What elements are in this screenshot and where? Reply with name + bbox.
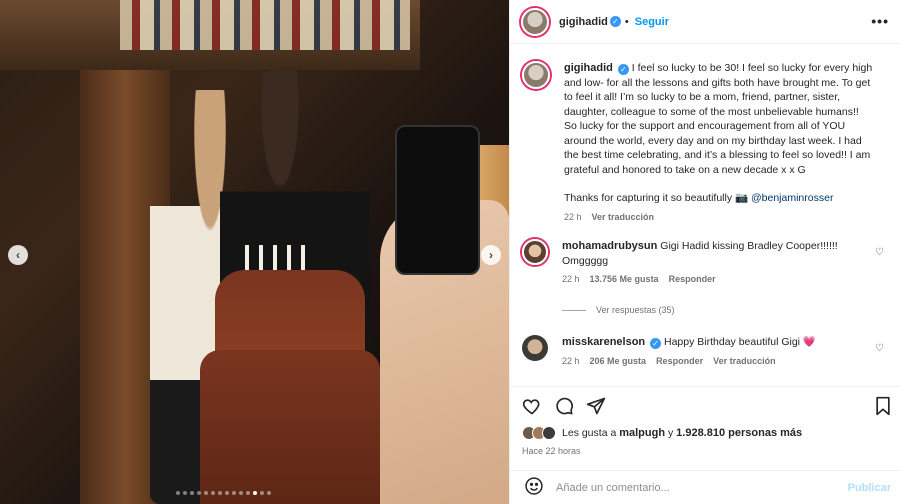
photo-cake	[200, 270, 380, 504]
carousel-dot	[183, 491, 187, 495]
comment-text: Happy Birthday beautiful Gigi	[664, 336, 800, 348]
comment-input[interactable]	[556, 481, 816, 494]
post-photo[interactable]: ‹ ›	[0, 0, 509, 504]
caption-translate-link[interactable]: Ver traducción	[592, 212, 655, 222]
likes-summary: Les gusta a malpugh y 1.928.810 personas…	[522, 426, 802, 440]
caption-username[interactable]: gigihadid	[564, 62, 613, 74]
caption: gigihadid ✓ I feel so lucky to be 30! I …	[522, 61, 892, 222]
comment-avatar[interactable]	[522, 335, 548, 361]
liker-avatar	[542, 426, 556, 440]
comment-reply-link[interactable]: Responder	[669, 274, 716, 284]
caption-thanks: Thanks for capturing it so beautifully 📷	[564, 192, 749, 204]
caption-text: I feel so lucky to be 30! I feel so luck…	[564, 62, 873, 176]
follow-button[interactable]: Seguir	[635, 16, 669, 28]
post-timestamp[interactable]: Hace 22 horas	[522, 446, 581, 456]
comment-reply-link[interactable]: Responder	[656, 356, 703, 366]
comment-username[interactable]: mohamadrubysun	[562, 240, 657, 252]
carousel-dot	[232, 491, 236, 495]
verified-icon: ✓	[617, 64, 629, 75]
caption-thanks-line: Thanks for capturing it so beautifully 📷…	[564, 191, 874, 206]
likes-prefix: Les gusta a	[562, 427, 617, 439]
carousel-dot	[211, 491, 215, 495]
action-bar	[510, 386, 900, 420]
likes-count[interactable]: 1.928.810 personas más	[676, 427, 802, 439]
share-icon[interactable]	[586, 396, 606, 419]
add-comment-bar: Publicar	[510, 470, 900, 504]
comment-meta: 22 h 13.756 Me gusta Responder	[562, 274, 872, 284]
bookmark-icon[interactable]	[874, 396, 892, 419]
verified-icon: ✓	[609, 16, 621, 27]
comment-likes[interactable]: 13.756 Me gusta	[590, 274, 659, 284]
comment-item: mohamadrubysun Gigi Hadid kissing Bradle…	[522, 239, 892, 284]
comment-text-block: mohamadrubysun Gigi Hadid kissing Bradle…	[562, 239, 872, 268]
comment-heart-icon[interactable]: ♡	[875, 343, 884, 354]
verified-icon: ✓	[650, 338, 662, 349]
comment-avatar[interactable]	[522, 239, 548, 265]
post-header: gigihadid ✓ • Seguir •••	[510, 0, 900, 44]
post-panel: gigihadid ✓ • Seguir ••• gigihadid ✓ I f…	[509, 0, 900, 504]
carousel-dot	[218, 491, 222, 495]
more-icon[interactable]: •••	[871, 13, 889, 29]
carousel-dot	[225, 491, 229, 495]
carousel-prev-button[interactable]: ‹	[8, 245, 28, 265]
comment-icon[interactable]	[554, 396, 574, 419]
comment-item: misskarenelson ✓ Happy Birthday beautifu…	[522, 335, 892, 366]
likes-user[interactable]: malpugh	[619, 427, 665, 439]
comment-heart-icon[interactable]: ♡	[875, 247, 884, 258]
carousel-dot	[239, 491, 243, 495]
comment-username[interactable]: misskarenelson	[562, 336, 645, 348]
photo-phone	[395, 125, 480, 275]
liker-avatars[interactable]	[522, 426, 556, 440]
emoji-icon[interactable]	[524, 476, 544, 499]
view-replies-button[interactable]: Ver respuestas (35)	[562, 305, 675, 315]
comment-time: 22 h	[562, 355, 580, 366]
author-avatar[interactable]	[521, 7, 549, 36]
publish-button[interactable]: Publicar	[848, 482, 891, 494]
carousel-dot	[176, 491, 180, 495]
comments-area[interactable]: gigihadid ✓ I feel so lucky to be 30! I …	[510, 45, 900, 385]
carousel-dot	[190, 491, 194, 495]
carousel-dot	[204, 491, 208, 495]
view-replies-label: Ver respuestas (35)	[596, 305, 675, 315]
caption-avatar[interactable]	[522, 61, 550, 89]
carousel-dot	[246, 491, 250, 495]
carousel-dots	[176, 491, 271, 495]
caption-time: 22 h	[564, 211, 582, 222]
carousel-next-button[interactable]: ›	[481, 245, 501, 265]
caption-text-block: gigihadid ✓ I feel so lucky to be 30! I …	[564, 61, 874, 177]
comment-meta: 22 h 206 Me gusta Responder Ver traducci…	[562, 356, 872, 366]
heart-icon[interactable]	[522, 396, 542, 419]
author-username[interactable]: gigihadid	[559, 16, 608, 28]
comment-likes[interactable]: 206 Me gusta	[590, 356, 647, 366]
comment-translate-link[interactable]: Ver traducción	[713, 356, 776, 366]
header-separator: •	[624, 15, 629, 28]
caption-mention[interactable]: @benjaminrosser	[751, 192, 833, 204]
carousel-dot	[197, 491, 201, 495]
pink-heart-emoji: 💗	[802, 336, 816, 348]
carousel-dot	[260, 491, 264, 495]
comment-time: 22 h	[562, 274, 580, 284]
comment-text-block: misskarenelson ✓ Happy Birthday beautifu…	[562, 335, 872, 350]
carousel-dot	[253, 491, 257, 495]
replies-line	[562, 309, 586, 311]
photo-books	[120, 0, 410, 50]
carousel-dot	[267, 491, 271, 495]
likes-middle: y	[667, 427, 674, 439]
caption-meta: 22 h Ver traducción	[564, 212, 874, 222]
